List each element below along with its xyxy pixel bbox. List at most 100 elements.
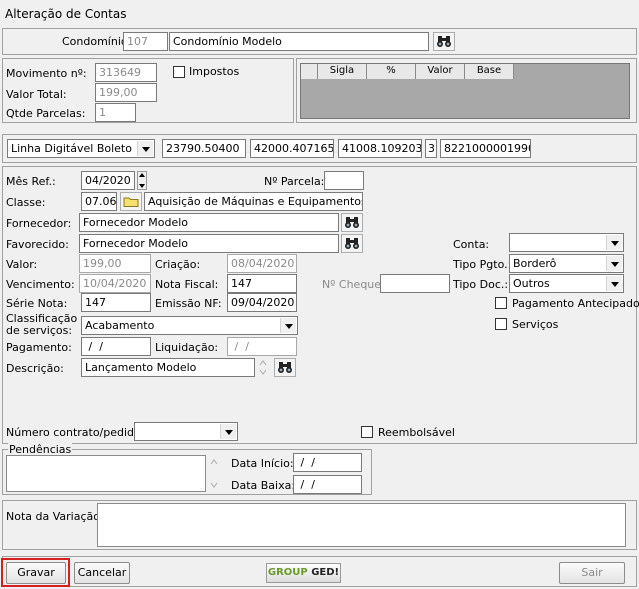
- barcode-field-5[interactable]: 82210000019900: [440, 139, 531, 158]
- grid-indicator-column: [301, 64, 318, 79]
- grid-column-header[interactable]: Valor: [416, 64, 465, 79]
- binoculars-icon: [345, 238, 359, 249]
- valor-total-label: Valor Total:: [6, 88, 67, 101]
- valor-total-input[interactable]: 199,00: [95, 83, 157, 102]
- pagamento-input[interactable]: / /: [81, 337, 151, 356]
- reembolsavel-checkbox[interactable]: [361, 426, 373, 438]
- tipo-doc-label: Tipo Doc.:: [453, 278, 509, 291]
- logo-group-text: GROUP: [267, 567, 308, 578]
- barcode-field-3[interactable]: 41008.109203: [338, 139, 422, 158]
- vencimento-input[interactable]: 10/04/2020: [79, 274, 151, 293]
- classificacao-select[interactable]: Acabamento: [81, 316, 298, 335]
- chevron-updown-icon: [210, 459, 218, 488]
- servicos-label: Serviços: [512, 318, 559, 331]
- classificacao-value: Acabamento: [85, 319, 155, 332]
- contrato-label: Número contrato/pedido:: [6, 426, 145, 439]
- chevron-down-icon: [606, 235, 622, 250]
- vencimento-label: Vencimento:: [6, 278, 75, 291]
- classificacao-label-line2: de serviços:: [6, 324, 73, 337]
- classe-name-input[interactable]: Aquisição de Máquinas e Equipamentos: [144, 192, 363, 211]
- barcode-field-2[interactable]: 42000.407165: [250, 139, 334, 158]
- barcode-field-1[interactable]: 23790.50400: [162, 139, 246, 158]
- taxes-grid[interactable]: Sigla % Valor Base: [300, 63, 630, 119]
- cancelar-button[interactable]: Cancelar: [74, 562, 130, 584]
- classe-code-input[interactable]: 07.06: [81, 192, 117, 211]
- pagamento-label: Pagamento:: [6, 341, 72, 354]
- condominio-code-input[interactable]: 107: [123, 32, 168, 51]
- criacao-label: Criação:: [155, 258, 201, 271]
- binoculars-icon: [437, 36, 451, 47]
- favorecido-input[interactable]: Fornecedor Modelo: [79, 234, 339, 253]
- search-descricao-button[interactable]: [274, 358, 296, 377]
- descricao-label: Descrição:: [6, 362, 64, 375]
- conta-label: Conta:: [453, 238, 490, 251]
- movimento-label: Movimento nº:: [6, 67, 87, 80]
- contrato-select[interactable]: [134, 422, 238, 441]
- chevron-down-icon: [137, 141, 153, 156]
- impostos-checkbox[interactable]: [173, 66, 185, 78]
- window-title: Alteração de Contas: [5, 7, 127, 21]
- chevron-down-icon: [606, 256, 622, 271]
- sair-button[interactable]: Sair: [559, 562, 625, 584]
- data-inicio-input[interactable]: / /: [293, 453, 362, 472]
- liquidacao-label: Liquidação:: [155, 341, 219, 354]
- binoculars-icon: [278, 362, 292, 373]
- search-fornecedor-button[interactable]: [341, 213, 363, 232]
- fornecedor-label: Fornecedor:: [6, 217, 72, 230]
- data-baixa-label: Data Baixa:: [231, 479, 296, 492]
- folder-icon: [123, 197, 139, 207]
- conta-select[interactable]: [509, 233, 624, 252]
- serie-label: Série Nota:: [6, 297, 68, 310]
- gravar-button[interactable]: Gravar: [6, 562, 66, 584]
- grid-column-header[interactable]: Sigla: [318, 64, 367, 79]
- parcela-label: Nº Parcela:: [264, 175, 325, 188]
- parcelas-input[interactable]: 1: [95, 103, 136, 122]
- grid-column-header[interactable]: Base: [465, 64, 514, 79]
- favorecido-label: Favorecido:: [6, 238, 69, 251]
- group-ged-logo[interactable]: GROUP GED!: [266, 563, 341, 583]
- data-inicio-label: Data Início:: [231, 457, 294, 470]
- valor-label: Valor:: [6, 258, 38, 271]
- barcode-type-select[interactable]: Linha Digitável Boleto: [7, 139, 155, 158]
- chevron-down-icon: [606, 276, 622, 291]
- logo-ged-text: GED!: [311, 567, 340, 578]
- tipo-pgto-select[interactable]: Borderô: [509, 254, 624, 273]
- descricao-input[interactable]: Lançamento Modelo: [81, 358, 255, 377]
- nota-textarea[interactable]: [97, 503, 626, 547]
- nota-fiscal-input[interactable]: 147: [227, 274, 297, 293]
- descricao-scroll[interactable]: [258, 358, 268, 377]
- search-favorecido-button[interactable]: [341, 234, 363, 253]
- movimento-input[interactable]: 313649: [95, 63, 157, 82]
- pagamento-antecipado-checkbox[interactable]: [495, 297, 507, 309]
- pendencias-scroll[interactable]: [209, 455, 219, 492]
- classe-folder-button[interactable]: [120, 192, 142, 211]
- classe-label: Classe:: [6, 196, 46, 209]
- reembolsavel-label: Reembolsável: [378, 426, 455, 439]
- fornecedor-input[interactable]: Fornecedor Modelo: [79, 213, 339, 232]
- tipo-doc-select[interactable]: Outros: [509, 274, 624, 293]
- criacao-input[interactable]: 08/04/2020: [227, 254, 297, 273]
- grid-column-header[interactable]: %: [367, 64, 416, 79]
- serie-input[interactable]: 147: [81, 293, 151, 312]
- binoculars-icon: [345, 217, 359, 228]
- condominio-name-input[interactable]: Condomínio Modelo: [169, 32, 429, 51]
- emissao-input[interactable]: 09/04/2020: [227, 293, 297, 312]
- servicos-checkbox[interactable]: [495, 318, 507, 330]
- valor-input[interactable]: 199,00: [79, 254, 151, 273]
- barcode-field-4[interactable]: 3: [425, 139, 437, 158]
- search-condominio-button[interactable]: [433, 32, 455, 51]
- mes-ref-label: Mês Ref.:: [6, 175, 56, 188]
- classificacao-label: Classificação de serviços:: [6, 313, 77, 337]
- liquidacao-input[interactable]: / /: [227, 337, 297, 356]
- cheque-input[interactable]: [380, 274, 450, 293]
- parcelas-label: Qtde Parcelas:: [6, 107, 86, 120]
- data-baixa-input[interactable]: / /: [293, 475, 362, 494]
- mes-ref-input[interactable]: 04/2020: [81, 171, 135, 190]
- chevron-updown-icon: [259, 360, 267, 375]
- mes-ref-spinner[interactable]: [137, 171, 147, 190]
- parcela-input[interactable]: [324, 171, 364, 190]
- nota-label: Nota da Variação:: [6, 510, 104, 523]
- pendencias-textarea[interactable]: [6, 455, 206, 492]
- pagamento-antecipado-label: Pagamento Antecipado: [512, 297, 639, 310]
- taxes-grid-header: Sigla % Valor Base: [301, 64, 514, 79]
